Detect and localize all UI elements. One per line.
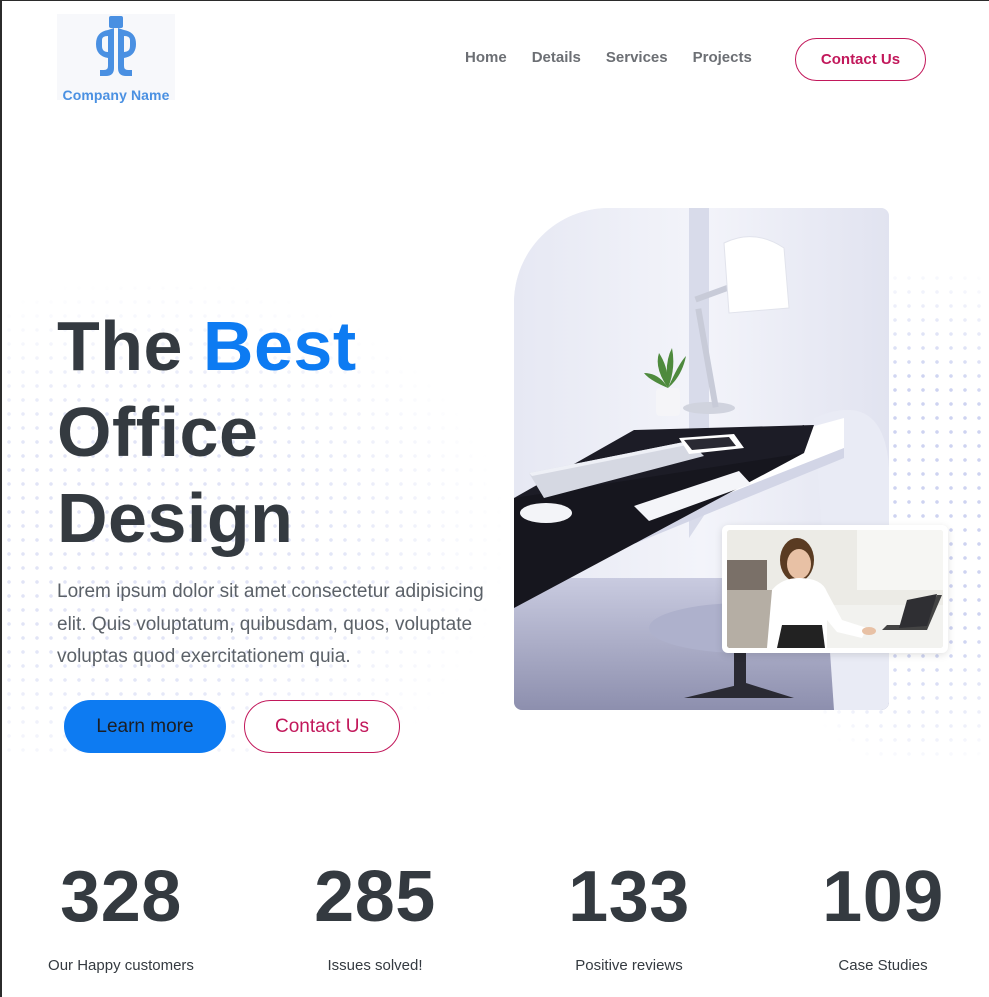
hero-title: The Best Office Design [57,303,357,561]
nav-item-services[interactable]: Services [606,49,668,66]
nav-contact-button[interactable]: Contact Us [795,38,926,81]
stat-case-studies: 109 Case Studies [802,857,964,974]
hero-title-line3: Design [57,479,294,557]
stat-value: 109 [822,857,944,937]
stat-label: Positive reviews [575,957,683,974]
stat-issues-solved: 285 Issues solved! [294,857,456,974]
stat-value: 328 [60,857,182,937]
company-logo[interactable]: Company Name [57,14,175,103]
stat-positive-reviews: 133 Positive reviews [548,857,710,974]
stat-value: 133 [568,857,690,937]
stat-label: Case Studies [838,957,928,974]
hero-description: Lorem ipsum dolor sit amet consectetur a… [57,581,484,667]
stat-label: Our Happy customers [48,957,194,974]
stat-value: 285 [314,857,436,937]
main-nav: Home Details Services Projects [465,49,777,66]
nav-item-home[interactable]: Home [465,49,507,66]
company-name: Company Name [62,87,170,103]
stat-label: Issues solved! [327,957,423,974]
stat-happy-customers: 328 Our Happy customers [40,857,202,974]
hero-title-line2: Office [57,393,259,471]
company-logo-icon [92,16,140,85]
nav-item-projects[interactable]: Projects [693,49,752,66]
hero-title-accent: Best [202,307,357,385]
hero-title-part1: The [57,307,203,385]
hero-contact-button[interactable]: Contact Us [244,700,400,753]
learn-more-button[interactable]: Learn more [64,700,226,753]
nav-item-details[interactable]: Details [532,49,581,66]
inset-worker-image [722,525,948,653]
